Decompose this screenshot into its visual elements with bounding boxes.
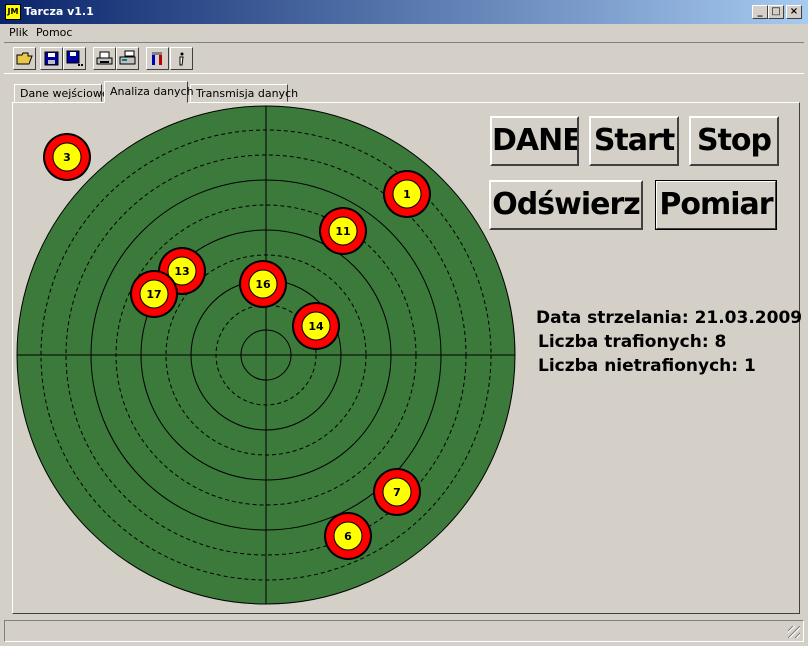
print-icon [96, 51, 113, 65]
printer-setup-button[interactable] [116, 47, 139, 70]
misses-count: Liczba nietrafionych: 1 [538, 356, 756, 376]
tool-icon [152, 52, 162, 65]
minimize-button[interactable]: _ [752, 5, 768, 19]
tab-analiza-danych[interactable]: Analiza danych [104, 81, 194, 103]
shot-marker-label: 11 [335, 225, 350, 238]
save-icon [44, 51, 59, 66]
save-as-button[interactable] [63, 47, 86, 70]
app-icon: JM [5, 4, 21, 20]
odswierz-button[interactable]: Odświerz [489, 180, 643, 230]
save-button[interactable] [40, 47, 63, 70]
tab-dane-wejsciowe[interactable]: Dane wejściowe [14, 84, 109, 102]
tool-button[interactable] [146, 47, 169, 70]
toolbar [4, 42, 804, 74]
info-icon [179, 52, 184, 66]
status-bar [4, 620, 804, 642]
info-button[interactable] [170, 47, 193, 70]
shooting-target: 31111317161476 [16, 105, 516, 605]
open-icon [16, 52, 33, 65]
printer-setup-icon [119, 50, 136, 65]
print-button[interactable] [93, 47, 116, 70]
menu-bar: Plik Pomoc [0, 24, 808, 42]
open-button[interactable] [13, 47, 36, 70]
shot-marker-label: 14 [308, 320, 324, 333]
menu-plik[interactable]: Plik [9, 26, 28, 39]
window-title: Tarcza v1.1 [24, 5, 94, 18]
menu-pomoc[interactable]: Pomoc [36, 26, 72, 39]
pomiar-button[interactable]: Pomiar [655, 180, 777, 230]
stop-button[interactable]: Stop [689, 116, 779, 166]
dane-button[interactable]: DANE [490, 116, 579, 166]
title-bar: JM Tarcza v1.1 _ □ × [0, 0, 808, 24]
shot-marker-label: 16 [255, 278, 271, 291]
shot-marker-label: 13 [174, 265, 189, 278]
shooting-date: Data strzelania: 21.03.2009 [536, 308, 803, 328]
close-button[interactable]: × [786, 5, 802, 19]
start-button[interactable]: Start [589, 116, 679, 166]
shot-marker-label: 17 [146, 288, 161, 301]
save-as-icon [66, 50, 83, 66]
tab-transmisja-danych[interactable]: Transmisja danych [190, 84, 298, 102]
maximize-button[interactable]: □ [768, 5, 784, 19]
shot-marker-label: 3 [63, 151, 71, 164]
shot-marker-label: 6 [344, 530, 352, 543]
shot-marker-label: 7 [393, 486, 401, 499]
hits-count: Liczba trafionych: 8 [538, 332, 727, 352]
resize-grip-icon[interactable] [788, 626, 800, 638]
shot-marker-label: 1 [403, 188, 411, 201]
